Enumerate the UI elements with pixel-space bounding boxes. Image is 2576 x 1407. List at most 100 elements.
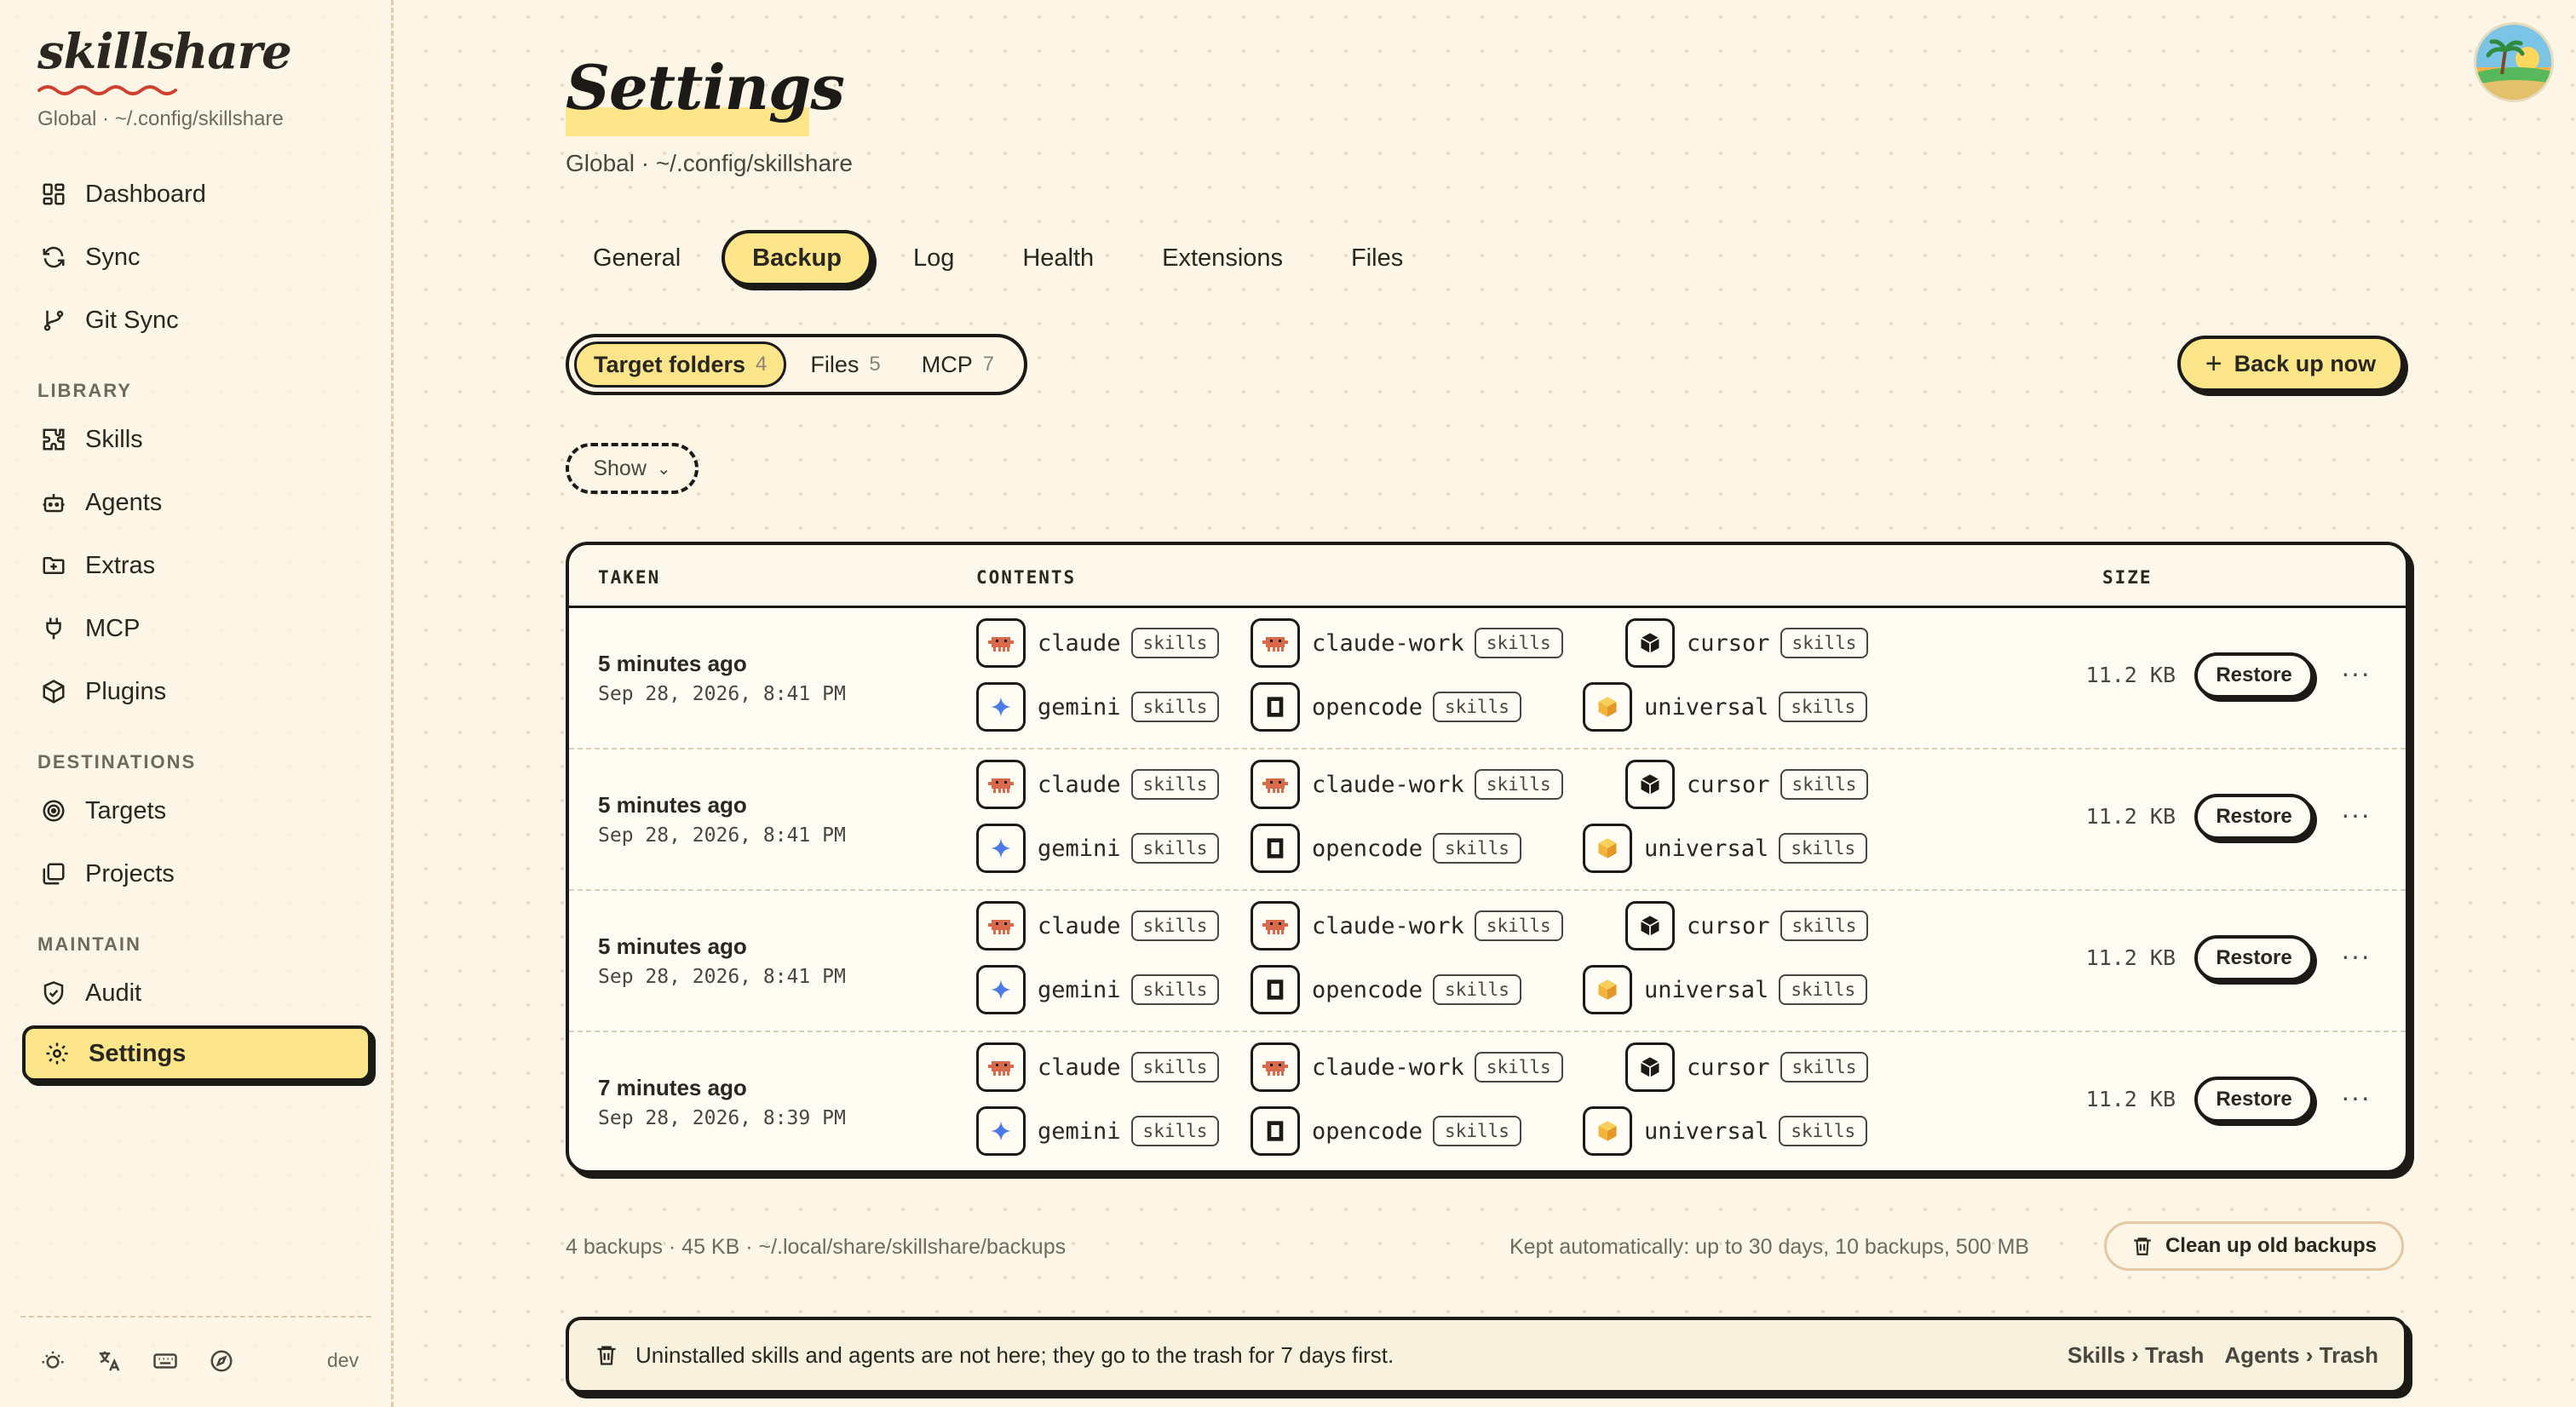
opencode-icon xyxy=(1251,824,1300,873)
sidebar-item-label: Plugins xyxy=(85,677,167,705)
sidebar-item-agents[interactable]: Agents xyxy=(22,474,371,531)
sidebar-item-extras[interactable]: Extras xyxy=(22,537,371,594)
section-label-maintain: MAINTAIN xyxy=(37,933,141,955)
content-chip-claude: claude skills xyxy=(976,1042,1220,1092)
notice-text: Uninstalled skills and agents are not he… xyxy=(635,1341,1394,1368)
more-options-icon[interactable]: ··· xyxy=(2341,658,2371,689)
restore-button[interactable]: Restore xyxy=(2194,935,2314,981)
taken-timestamp: Sep 28, 2026, 8:39 PM xyxy=(598,1107,846,1129)
target-name: claude xyxy=(1038,629,1121,657)
trash-icon xyxy=(595,1343,618,1367)
target-name: universal xyxy=(1644,1117,1769,1145)
segment-count: 7 xyxy=(982,353,995,376)
more-options-icon[interactable]: ··· xyxy=(2341,940,2371,972)
sidebar-item-targets[interactable]: Targets xyxy=(22,783,371,839)
more-options-icon[interactable]: ··· xyxy=(2341,1082,2371,1113)
target-name: universal xyxy=(1644,693,1769,721)
puzzle-icon xyxy=(39,425,68,454)
target-name: claude xyxy=(1038,1054,1121,1081)
sidebar-item-projects[interactable]: Projects xyxy=(22,846,371,902)
content-chip-universal: universal skills xyxy=(1583,1106,1868,1156)
skills-tag: skills xyxy=(1130,1052,1220,1083)
sidebar-item-sync[interactable]: Sync xyxy=(22,229,371,285)
opencode-icon xyxy=(1251,965,1300,1014)
show-filter-dropdown[interactable]: Show ⌄ xyxy=(566,443,699,494)
settings-tabs: General Backup Log Health Extensions Fil… xyxy=(566,230,1444,286)
chevron-down-icon: ⌄ xyxy=(656,459,671,479)
content-chip-gemini: gemini skills xyxy=(976,824,1220,873)
universal-icon xyxy=(1583,824,1632,873)
sidebar-item-skills[interactable]: Skills xyxy=(22,411,371,468)
skills-tag: skills xyxy=(1130,628,1220,658)
skills-tag: skills xyxy=(1780,628,1869,658)
tab-log[interactable]: Log xyxy=(886,230,981,286)
content-chip-cursor: cursor skills xyxy=(1625,1042,1869,1092)
tab-backup[interactable]: Backup xyxy=(722,230,872,286)
opencode-icon xyxy=(1251,1106,1300,1156)
backup-type-segmented-control: Target folders 4 Files 5 MCP 7 xyxy=(566,334,1027,395)
sidebar-item-audit[interactable]: Audit xyxy=(22,965,371,1021)
plus-icon: + xyxy=(2205,347,2222,380)
gemini-icon xyxy=(976,1106,1026,1156)
target-name: claude-work xyxy=(1312,629,1464,657)
cursor-icon xyxy=(1625,901,1675,950)
retention-policy: Kept automatically: up to 30 days, 10 ba… xyxy=(1509,1235,2030,1259)
skills-tag: skills xyxy=(1779,1116,1868,1146)
language-icon[interactable] xyxy=(94,1346,124,1376)
target-name: opencode xyxy=(1312,976,1423,1003)
target-name: opencode xyxy=(1312,693,1423,721)
universal-icon xyxy=(1583,1106,1632,1156)
skills-tag: skills xyxy=(1779,974,1868,1005)
content-chip-claude: claude skills xyxy=(976,618,1220,668)
sidebar-item-mcp[interactable]: MCP xyxy=(22,600,371,657)
sidebar-footer-actions xyxy=(37,1346,237,1376)
taken-relative: 5 minutes ago xyxy=(598,651,747,676)
gear-icon xyxy=(43,1039,72,1068)
claude-work-icon xyxy=(1251,760,1300,809)
content-chip-universal: universal skills xyxy=(1583,682,1868,732)
opencode-icon xyxy=(1251,682,1300,732)
segment-files[interactable]: Files 5 xyxy=(793,342,897,388)
sidebar-item-label: Projects xyxy=(85,859,175,887)
tab-extensions[interactable]: Extensions xyxy=(1135,230,1310,286)
sidebar-item-git-sync[interactable]: Git Sync xyxy=(22,292,371,348)
compass-icon[interactable] xyxy=(206,1346,237,1376)
restore-button[interactable]: Restore xyxy=(2194,1077,2314,1123)
segment-count: 5 xyxy=(869,353,881,376)
sidebar-item-label: Targets xyxy=(85,796,167,824)
tab-general[interactable]: General xyxy=(566,230,708,286)
target-name: universal xyxy=(1644,976,1769,1003)
sidebar-item-label: Git Sync xyxy=(85,306,179,334)
plug-icon xyxy=(39,614,68,643)
more-options-icon[interactable]: ··· xyxy=(2341,799,2371,830)
restore-button[interactable]: Restore xyxy=(2194,794,2314,840)
tab-files[interactable]: Files xyxy=(1324,230,1430,286)
sidebar-item-label: MCP xyxy=(85,614,141,642)
content-chip-claude-work: claude-work skills xyxy=(1251,760,1563,809)
sidebar-item-plugins[interactable]: Plugins xyxy=(22,663,371,720)
clean-up-old-backups-button[interactable]: Clean up old backups xyxy=(2104,1221,2404,1271)
back-up-now-button[interactable]: + Back up now xyxy=(2177,336,2404,392)
sidebar-item-settings[interactable]: Settings xyxy=(22,1025,371,1082)
segment-target-folders[interactable]: Target folders 4 xyxy=(574,342,787,388)
restore-button[interactable]: Restore xyxy=(2194,652,2314,698)
skills-tag: skills xyxy=(1474,769,1563,800)
keyboard-icon[interactable] xyxy=(150,1346,181,1376)
robot-icon xyxy=(39,488,68,517)
avatar[interactable] xyxy=(2474,22,2554,102)
content-chip-cursor: cursor skills xyxy=(1625,618,1869,668)
app-logo[interactable]: skillshare xyxy=(37,24,292,80)
theme-toggle-icon[interactable] xyxy=(37,1346,68,1376)
tab-health[interactable]: Health xyxy=(995,230,1121,286)
agents-trash-link[interactable]: Agents › Trash xyxy=(2224,1342,2378,1369)
git-branch-icon xyxy=(39,306,68,335)
skills-trash-link[interactable]: Skills › Trash xyxy=(2067,1342,2204,1369)
sidebar-item-dashboard[interactable]: Dashboard xyxy=(22,166,371,222)
skills-tag: skills xyxy=(1474,1052,1563,1083)
segment-mcp[interactable]: MCP 7 xyxy=(905,342,1011,388)
sidebar-item-label: Sync xyxy=(85,243,141,271)
backup-size: 11.2 KB xyxy=(2085,804,2176,829)
target-name: cursor xyxy=(1687,912,1770,939)
sidebar-divider xyxy=(20,1316,371,1318)
target-name: claude-work xyxy=(1312,1054,1464,1081)
